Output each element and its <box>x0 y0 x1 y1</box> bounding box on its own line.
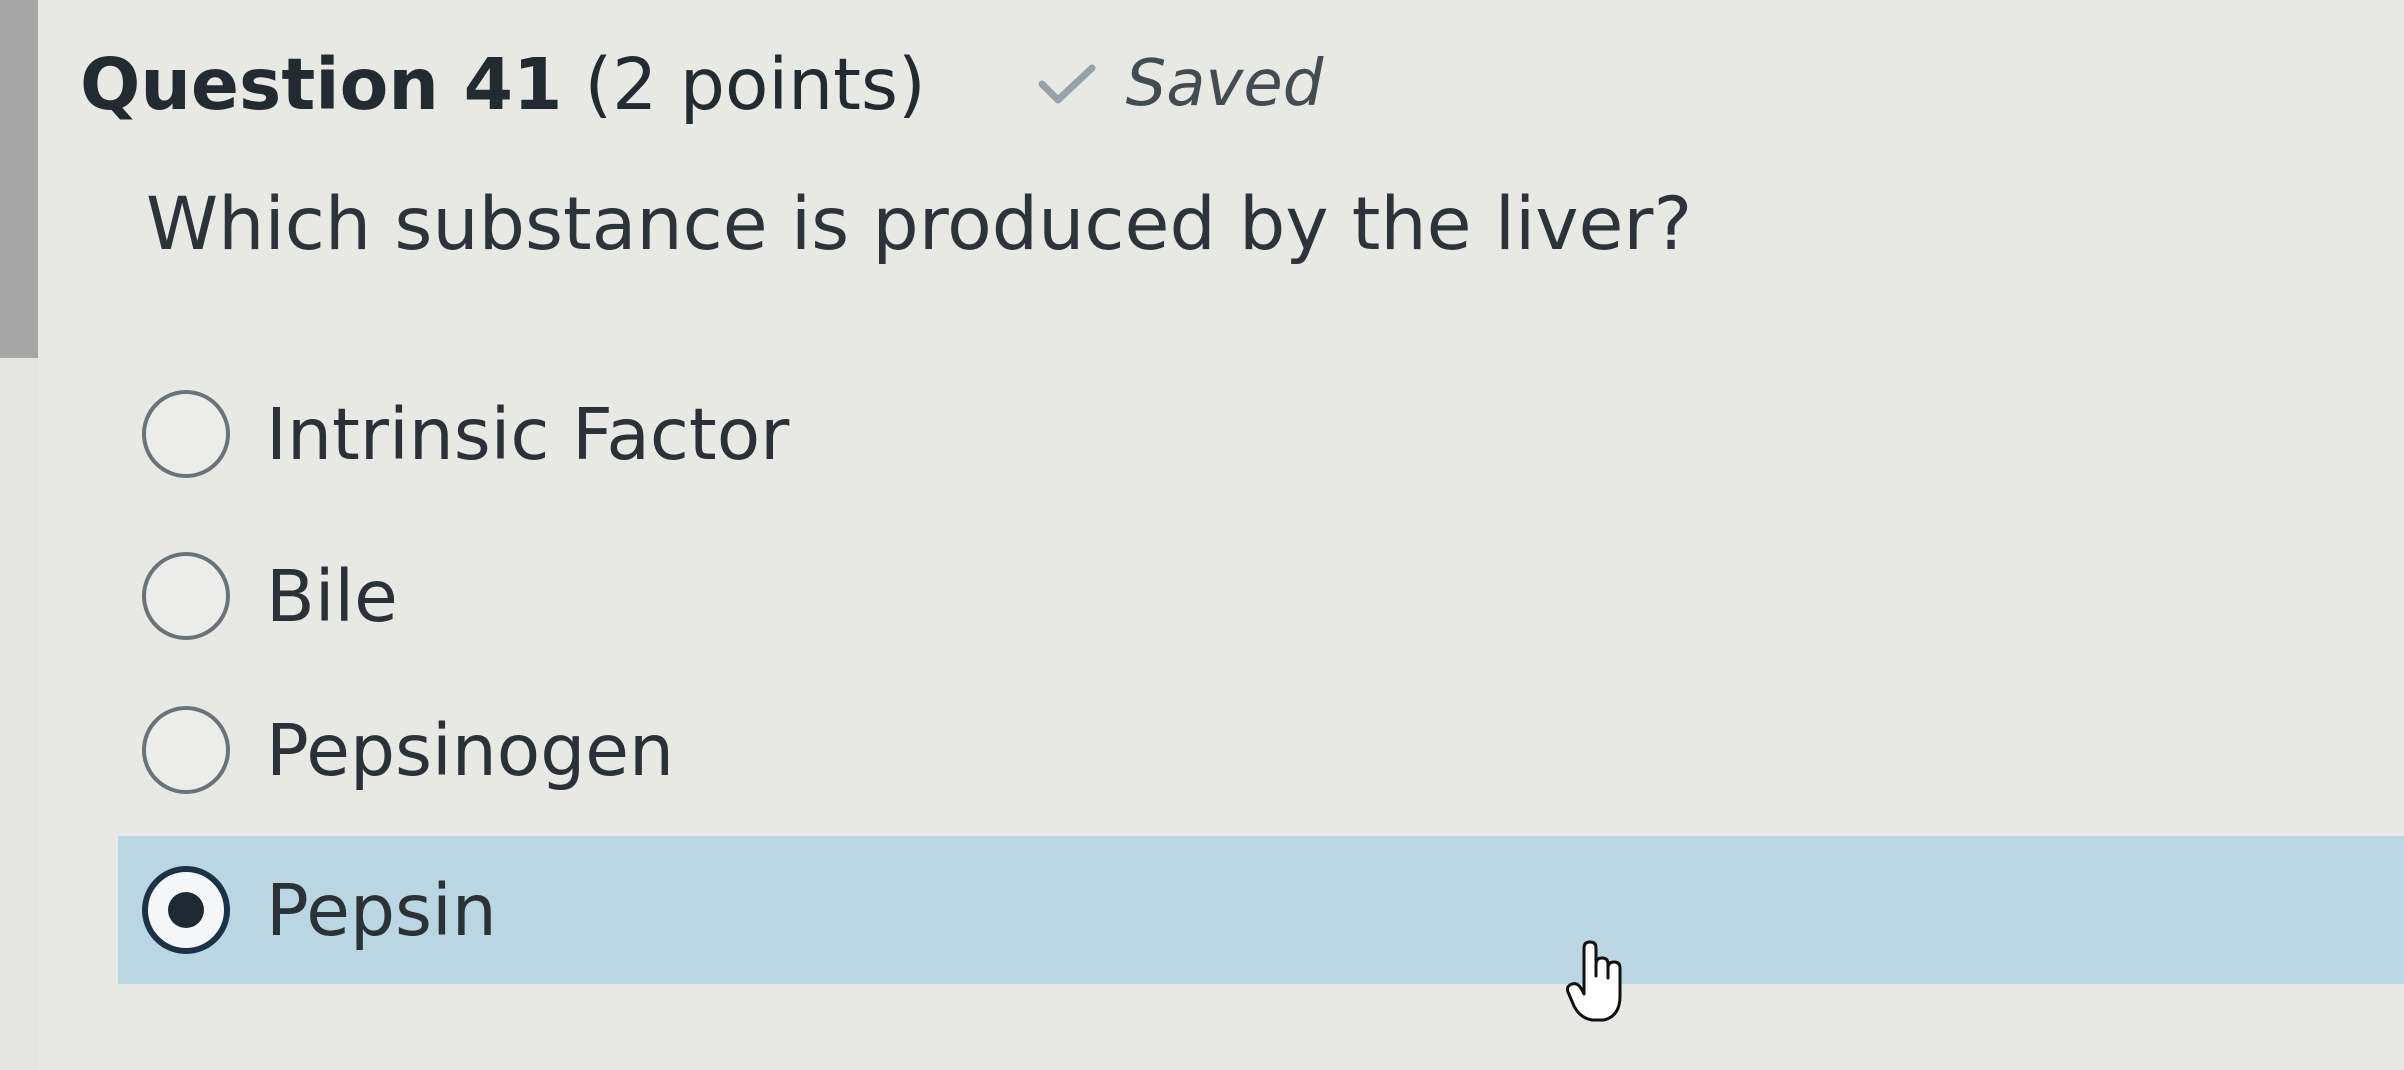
hand-pointer-icon <box>1564 940 1628 1024</box>
option-label[interactable]: Pepsin <box>266 869 497 952</box>
option-label[interactable]: Bile <box>266 555 398 638</box>
question-title: Question 41 <box>80 42 563 126</box>
option-label[interactable]: Pepsinogen <box>266 709 674 792</box>
question-header: Question 41 (2 points) Saved <box>80 36 1323 132</box>
answer-option-pepsinogen[interactable]: Pepsinogen <box>118 676 2404 824</box>
question-points: (2 points) <box>584 42 926 126</box>
answer-option-intrinsic-factor[interactable]: Intrinsic Factor <box>118 360 2404 508</box>
radio-button[interactable] <box>142 552 230 640</box>
question-prompt: Which substance is produced by the liver… <box>146 182 1693 267</box>
left-accent-strip <box>0 0 38 358</box>
radio-button[interactable] <box>142 390 230 478</box>
radio-selected-dot <box>168 892 204 928</box>
option-label[interactable]: Intrinsic Factor <box>266 393 789 476</box>
answer-option-pepsin[interactable]: Pepsin <box>118 836 2404 984</box>
radio-button-selected[interactable] <box>142 866 230 954</box>
saved-status: Saved <box>1125 47 1324 121</box>
checkmark-icon <box>1036 62 1098 106</box>
radio-button[interactable] <box>142 706 230 794</box>
answer-option-bile[interactable]: Bile <box>118 522 2404 670</box>
